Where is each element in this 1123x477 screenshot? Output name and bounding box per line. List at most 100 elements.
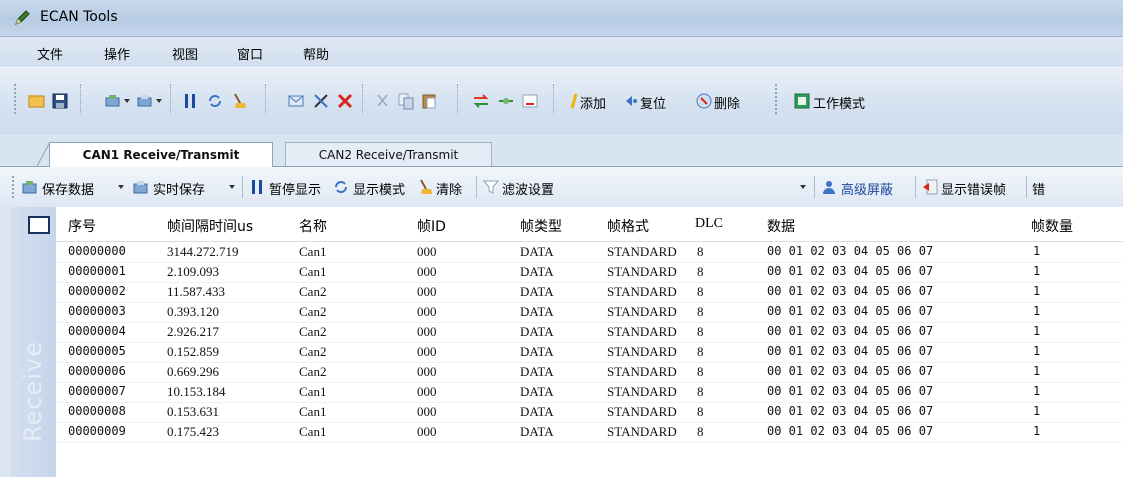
header-index[interactable]: 序号 [68, 216, 96, 236]
header-frame-id[interactable]: 帧ID [417, 216, 446, 236]
save-data-button[interactable]: 保存数据 [42, 179, 94, 198]
table-row[interactable]: 00000007 10.153.184 Can1 000 DATA STANDARD 8 00… [56, 382, 1123, 403]
cell-name: Can1 [299, 264, 327, 279]
select-all-checkbox[interactable] [28, 216, 50, 234]
open-folder-icon[interactable] [28, 92, 46, 110]
header-frame-type[interactable]: 帧类型 [520, 216, 562, 236]
cell-frame-count: 1 [1033, 344, 1041, 358]
chevron-down-icon[interactable] [124, 99, 130, 103]
header-frame-count[interactable]: 帧数量 [1031, 216, 1073, 236]
cut-icon[interactable] [312, 92, 330, 110]
toolbar-separator [814, 176, 815, 198]
pause-icon[interactable] [181, 92, 199, 110]
cell-frame-id: 000 [417, 424, 437, 439]
table-row[interactable]: 00000009 0.175.423 Can1 000 DATA STANDARD 8 00 … [56, 422, 1123, 443]
window-title: ECAN Tools [40, 9, 118, 25]
chevron-down-icon[interactable] [800, 185, 806, 189]
cell-frame-type: DATA [520, 364, 554, 379]
pause-icon [252, 180, 262, 194]
cell-index: 00000000 [68, 244, 126, 258]
cell-frame-id: 000 [417, 384, 437, 399]
connect-icon[interactable] [497, 92, 515, 110]
cell-frame-format: STANDARD [607, 284, 677, 299]
send-icon[interactable] [287, 92, 305, 110]
work-mode-icon[interactable] [793, 92, 811, 110]
cell-data: 00 01 02 03 04 05 06 07 [767, 284, 934, 298]
refresh-icon [335, 181, 347, 193]
broom-icon[interactable] [230, 92, 248, 110]
filter-settings-button[interactable]: 滤波设置 [502, 179, 554, 198]
table-row[interactable]: 00000004 2.926.217 Can2 000 DATA STANDARD 8 00 … [56, 322, 1123, 343]
paste-icon[interactable] [420, 92, 438, 110]
device-icon[interactable] [104, 92, 122, 110]
device-config-icon[interactable] [136, 92, 154, 110]
copy-icon[interactable] [397, 92, 415, 110]
cell-name: Can2 [299, 324, 327, 339]
menu-window[interactable]: 窗口 [237, 44, 263, 63]
menu-view[interactable]: 视图 [172, 44, 198, 63]
toolbar-separator [457, 84, 458, 114]
reset-icon[interactable] [622, 92, 640, 110]
scissors-icon[interactable] [374, 92, 392, 110]
pencil-icon [15, 10, 30, 25]
cell-frame-id: 000 [417, 264, 437, 279]
clear-button[interactable]: 清除 [436, 179, 462, 198]
cell-data: 00 01 02 03 04 05 06 07 [767, 344, 934, 358]
save-icon[interactable] [51, 92, 69, 110]
header-data[interactable]: 数据 [767, 216, 795, 236]
header-dlc[interactable]: DLC [695, 216, 723, 232]
cell-interval: 0.175.423 [167, 424, 219, 439]
cell-name: Can1 [299, 384, 327, 399]
delete-icon[interactable] [695, 92, 713, 110]
window-icon[interactable] [521, 92, 539, 110]
realtime-save-button[interactable]: 实时保存 [153, 179, 205, 198]
table-row[interactable]: 00000005 0.152.859 Can2 000 DATA STANDARD 8 00 … [56, 342, 1123, 363]
table-row[interactable]: 00000008 0.153.631 Can1 000 DATA STANDARD 8 00 … [56, 402, 1123, 423]
cell-data: 00 01 02 03 04 05 06 07 [767, 404, 934, 418]
cell-frame-type: DATA [520, 344, 554, 359]
menu-operate[interactable]: 操作 [104, 44, 130, 63]
chevron-down-icon[interactable] [156, 99, 162, 103]
refresh-icon[interactable] [206, 92, 224, 110]
filter-icon [483, 180, 499, 194]
work-mode-button[interactable]: 工作模式 [813, 93, 865, 112]
table-row[interactable]: 00000002 11.587.433 Can2 000 DATA STANDARD 8 00… [56, 282, 1123, 303]
pause-display-button[interactable]: 暂停显示 [269, 179, 321, 198]
show-error-frames-button[interactable]: 显示错误帧 [941, 179, 1006, 198]
menu-file[interactable]: 文件 [37, 44, 63, 63]
menu-help[interactable]: 帮助 [303, 44, 329, 63]
receive-label: Receive [19, 341, 47, 442]
cell-frame-format: STANDARD [607, 364, 677, 379]
table-row[interactable]: 00000001 2.109.093 Can1 000 DATA STANDARD 8 00 … [56, 262, 1123, 283]
cell-dlc: 8 [697, 344, 704, 359]
advanced-mask-button[interactable]: 高级屏蔽 [841, 179, 893, 198]
table-row[interactable]: 00000006 0.669.296 Can2 000 DATA STANDARD 8 00 … [56, 362, 1123, 383]
truncated-button[interactable]: 错 [1032, 179, 1045, 198]
header-frame-format[interactable]: 帧格式 [607, 216, 649, 236]
cell-frame-format: STANDARD [607, 264, 677, 279]
cell-index: 00000009 [68, 424, 126, 438]
cell-frame-format: STANDARD [607, 404, 677, 419]
cell-data: 00 01 02 03 04 05 06 07 [767, 424, 934, 438]
chevron-down-icon[interactable] [229, 185, 235, 189]
cell-frame-format: STANDARD [607, 424, 677, 439]
cell-data: 00 01 02 03 04 05 06 07 [767, 304, 934, 318]
cell-interval: 11.587.433 [167, 284, 226, 299]
chevron-down-icon[interactable] [118, 185, 124, 189]
reset-button[interactable]: 复位 [640, 93, 666, 112]
tab-can2[interactable]: CAN2 Receive/Transmit [285, 142, 492, 167]
delete-button[interactable]: 删除 [714, 93, 740, 112]
cell-name: Can1 [299, 244, 327, 259]
close-icon[interactable] [336, 92, 354, 110]
header-interval[interactable]: 帧间隔时间us [167, 216, 253, 236]
toolbar-separator [476, 176, 477, 198]
header-name[interactable]: 名称 [299, 216, 327, 236]
toolbar-separator [265, 84, 266, 114]
display-mode-button[interactable]: 显示模式 [353, 179, 405, 198]
table-row[interactable]: 00000003 0.393.120 Can2 000 DATA STANDARD 8 00 … [56, 302, 1123, 323]
add-button[interactable]: 添加 [580, 93, 606, 112]
swap-icon[interactable] [472, 92, 490, 110]
table-row[interactable]: 00000000 3144.272.719 Can1 000 DATA STANDARD 8… [56, 242, 1123, 263]
tab-can1[interactable]: CAN1 Receive/Transmit [49, 142, 273, 167]
cell-interval: 0.152.859 [167, 344, 219, 359]
